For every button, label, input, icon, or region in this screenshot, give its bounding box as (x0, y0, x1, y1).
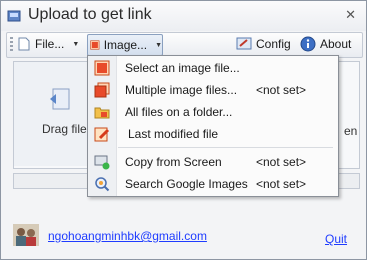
multiple-images-icon (94, 82, 110, 98)
menu-item-label: Multiple image files... (125, 83, 238, 97)
about-label: About (320, 37, 352, 51)
chevron-down-icon: ▼ (155, 41, 162, 49)
screen-capture-icon (94, 155, 110, 170)
image-icon (90, 40, 100, 50)
drag-file-label: Drag file (42, 122, 87, 136)
folder-icon (94, 107, 110, 119)
menu-item-value: <not set> (256, 83, 307, 97)
image-icon (94, 60, 110, 76)
upload-window: Upload to get link ✕ File... ▼ Image... … (0, 0, 367, 260)
drag-file-panel[interactable]: Drag file (14, 62, 91, 166)
about-button[interactable]: About (300, 34, 351, 54)
file-menu-label: File... (35, 37, 65, 51)
menu-item-copy-screen[interactable]: Copy from Screen <not set> (88, 151, 338, 173)
menu-item-label: Search Google Images (125, 177, 248, 191)
image-menu-button[interactable]: Image... ▼ (87, 34, 163, 56)
info-icon (300, 36, 316, 52)
menu-item-label: Select an image file... (125, 61, 240, 75)
config-icon (236, 37, 252, 50)
menu-item-value: <not set> (256, 155, 307, 169)
search-icon (95, 177, 110, 192)
quit-link[interactable]: Quit (325, 232, 347, 246)
image-menu-label: Image... (103, 38, 148, 52)
window-title: Upload to get link (28, 6, 152, 23)
app-icon (7, 10, 21, 22)
email-link[interactable]: ngohoangminhbk@gmail.com (48, 229, 207, 243)
menu-item-label: Last modified file (128, 127, 219, 141)
avatar (13, 224, 39, 246)
last-modified-icon (94, 127, 110, 142)
menu-item-last-modified[interactable]: Last modified file (88, 123, 338, 145)
menu-item-label: All files on a folder... (125, 105, 233, 119)
menu-separator (118, 147, 333, 148)
screen-panel-label: en (344, 124, 358, 138)
menu-item-folder-files[interactable]: All files on a folder... (88, 101, 338, 123)
menu-item-multiple-images[interactable]: Multiple image files... <not set> (88, 79, 338, 101)
file-icon (18, 37, 30, 51)
drop-file-icon (50, 88, 70, 110)
image-dropdown-menu: Select an image file... Multiple image f… (87, 55, 339, 197)
toolbar-grip[interactable] (10, 37, 13, 51)
title-bar: Upload to get link ✕ (1, 1, 366, 31)
config-label: Config (256, 37, 291, 51)
menu-item-value: <not set> (256, 177, 307, 191)
config-button[interactable]: Config (236, 34, 291, 54)
menu-item-search-google[interactable]: Search Google Images <not set> (88, 173, 338, 195)
chevron-down-icon: ▼ (72, 40, 80, 48)
close-icon[interactable]: ✕ (345, 7, 356, 23)
menu-item-select-image[interactable]: Select an image file... (88, 57, 338, 79)
file-menu-button[interactable]: File... ▼ (17, 34, 79, 54)
menu-item-label: Copy from Screen (125, 155, 222, 169)
